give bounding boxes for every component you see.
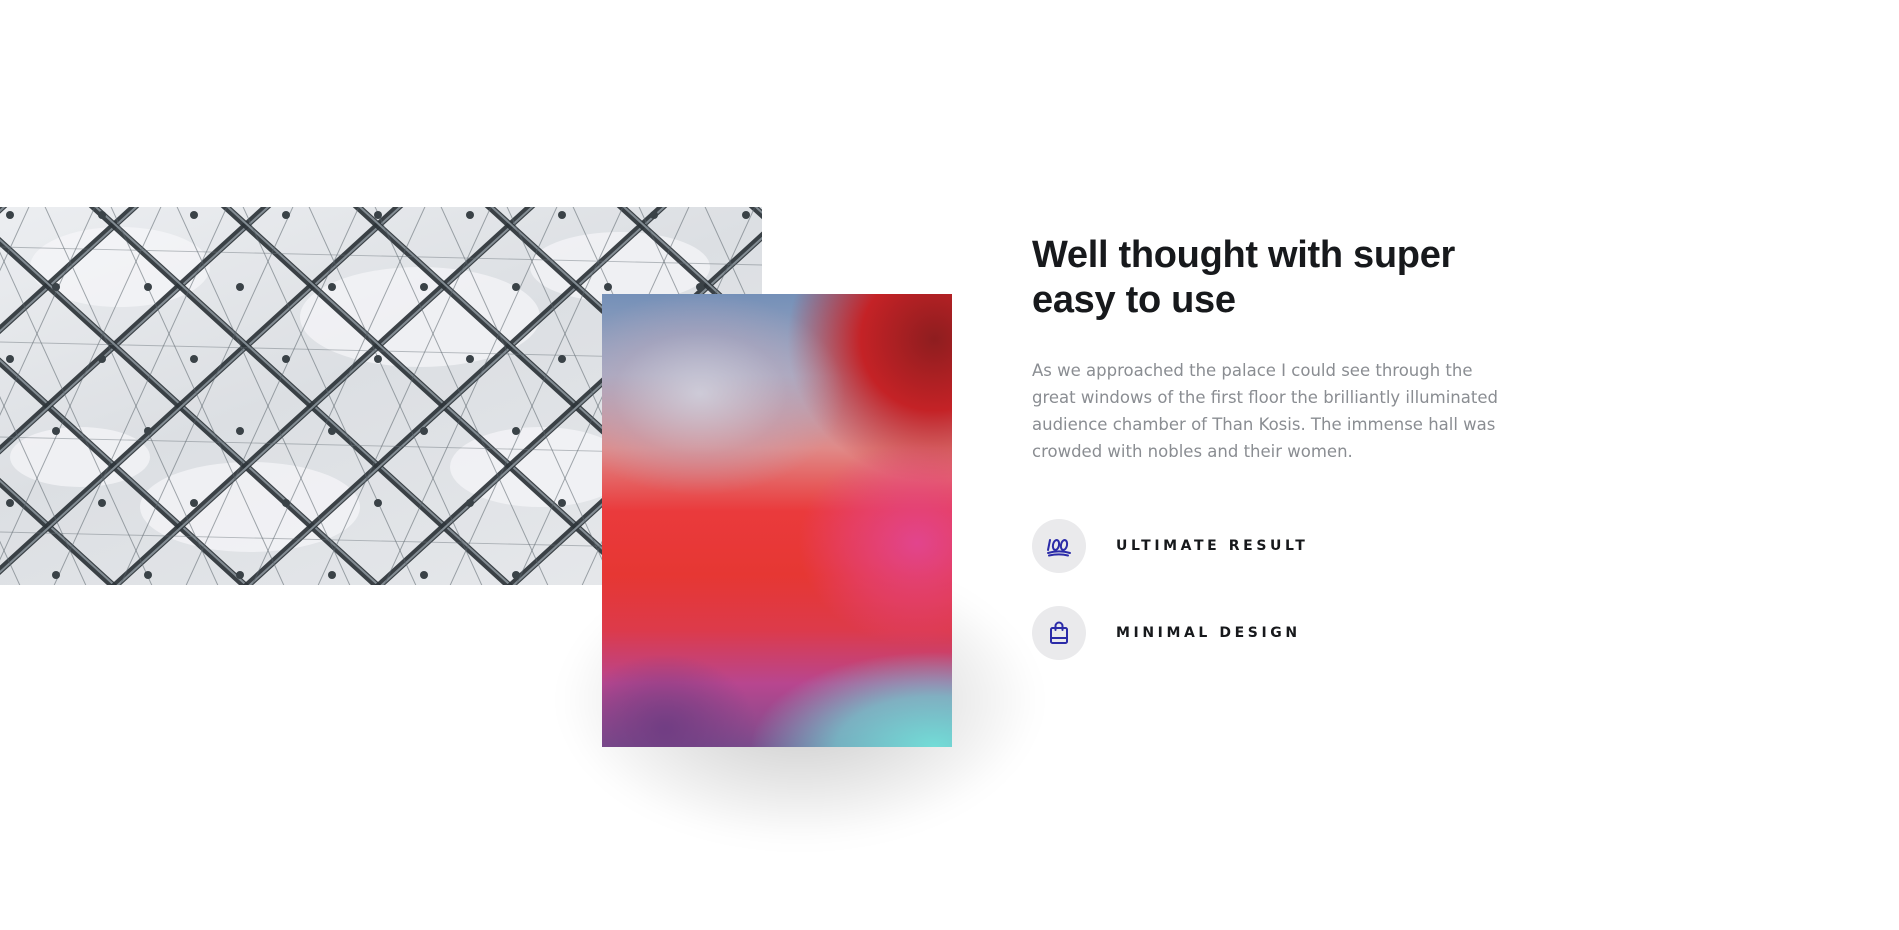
abstract-gradient-image [602,294,952,747]
feature-label: MINIMAL DESIGN [1116,625,1301,641]
feature-label: ULTIMATE RESULT [1116,538,1309,554]
feature-item-minimal-design: MINIMAL DESIGN [1032,606,1512,660]
feature-section: Well thought with super easy to use As w… [1032,233,1512,693]
section-title: Well thought with super easy to use [1032,233,1512,323]
section-title-line2: easy to use [1032,279,1236,321]
hundred-points-icon [1032,519,1086,573]
section-description: As we approached the palace I could see … [1032,361,1498,461]
page: Well thought with super easy to use As w… [0,0,1899,930]
section-title-line1: Well thought with super [1032,234,1456,276]
feature-item-ultimate-result: ULTIMATE RESULT [1032,519,1512,573]
shopping-bag-icon [1032,606,1086,660]
feature-list: ULTIMATE RESULT MINIMAL DESIGN [1032,519,1512,660]
